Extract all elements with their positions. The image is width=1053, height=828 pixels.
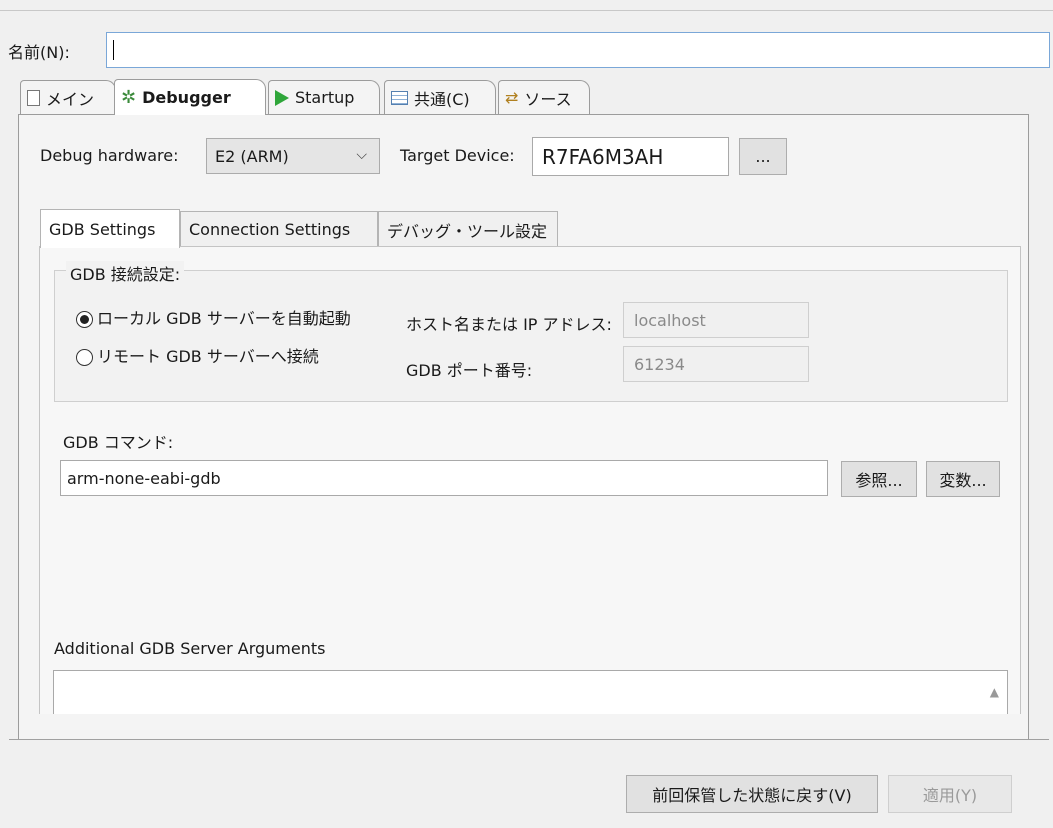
tab-debugger[interactable]: ✲ Debugger bbox=[114, 79, 266, 115]
chevron-down-icon: ⌵ bbox=[356, 147, 367, 163]
radio-local-gdb[interactable]: ローカル GDB サーバーを自動起動 bbox=[76, 305, 351, 329]
radio-local-label: ローカル GDB サーバーを自動起動 bbox=[97, 309, 351, 328]
host-value: localhost bbox=[634, 310, 706, 330]
gdb-connection-title: GDB 接続設定: bbox=[66, 261, 185, 285]
debug-hardware-value: E2 (ARM) bbox=[215, 146, 289, 166]
port-field[interactable]: 61234 bbox=[623, 346, 809, 382]
debug-hardware-select[interactable]: E2 (ARM) ⌵ bbox=[206, 138, 380, 174]
gdb-command-value: arm-none-eabi-gdb bbox=[67, 468, 221, 488]
tab-source-label: ソース bbox=[524, 89, 572, 109]
tab-gdb-settings[interactable]: GDB Settings bbox=[40, 209, 180, 248]
target-device-field[interactable]: R7FA6M3AH bbox=[532, 137, 729, 176]
document-icon bbox=[27, 89, 40, 106]
tab-common-label: 共通(C) bbox=[414, 89, 470, 109]
tab-connection-settings-label: Connection Settings bbox=[189, 220, 351, 239]
browse-button[interactable]: 参照... bbox=[841, 461, 917, 497]
top-divider bbox=[0, 10, 1053, 11]
variables-button-label: 変数... bbox=[939, 471, 987, 490]
gdb-command-label: GDB コマンド: bbox=[63, 433, 174, 452]
gdb-command-input[interactable]: arm-none-eabi-gdb bbox=[60, 460, 828, 496]
target-device-label: Target Device: bbox=[400, 146, 515, 165]
port-label: GDB ポート番号: bbox=[406, 361, 533, 380]
port-value: 61234 bbox=[634, 354, 685, 374]
radio-remote-label: リモート GDB サーバーへ接続 bbox=[97, 347, 319, 366]
radio-remote-gdb[interactable]: リモート GDB サーバーへ接続 bbox=[76, 343, 319, 367]
gdb-connection-group bbox=[54, 270, 1008, 402]
tab-startup[interactable]: Startup bbox=[268, 80, 380, 114]
debug-hardware-label: Debug hardware: bbox=[40, 146, 179, 165]
footer-divider bbox=[9, 739, 1049, 740]
tab-source[interactable]: ⇄ ソース bbox=[498, 80, 590, 114]
browse-button-label: 参照... bbox=[855, 471, 903, 490]
revert-button[interactable]: 前回保管した状態に戻す(V) bbox=[626, 775, 878, 813]
tab-connection-settings[interactable]: Connection Settings bbox=[180, 211, 378, 247]
play-icon bbox=[275, 89, 289, 106]
name-label: 名前(N): bbox=[8, 43, 70, 62]
tab-gdb-settings-label: GDB Settings bbox=[49, 219, 156, 239]
apply-button[interactable]: 適用(Y) bbox=[888, 775, 1012, 813]
debug-gear-icon: ✲ bbox=[121, 86, 137, 108]
host-field[interactable]: localhost bbox=[623, 302, 809, 338]
tab-common[interactable]: 共通(C) bbox=[384, 80, 496, 114]
target-device-value: R7FA6M3AH bbox=[542, 144, 664, 169]
variables-button[interactable]: 変数... bbox=[926, 461, 1000, 497]
revert-button-label: 前回保管した状態に戻す(V) bbox=[652, 786, 852, 805]
tab-debug-tool-settings[interactable]: デバッグ・ツール設定 bbox=[378, 211, 558, 247]
additional-args-label: Additional GDB Server Arguments bbox=[54, 639, 326, 658]
radio-unselected-icon bbox=[76, 349, 93, 366]
text-caret bbox=[113, 40, 114, 60]
additional-args-textarea[interactable]: ▲ bbox=[53, 670, 1008, 714]
apply-button-label: 適用(Y) bbox=[922, 786, 978, 805]
tab-debugger-label: Debugger bbox=[142, 88, 231, 107]
radio-selected-icon bbox=[76, 311, 93, 328]
name-input[interactable] bbox=[106, 32, 1050, 68]
table-icon bbox=[391, 90, 408, 105]
tab-startup-label: Startup bbox=[295, 88, 355, 107]
source-icon: ⇄ bbox=[505, 88, 519, 107]
target-device-browse-button[interactable]: ... bbox=[739, 138, 787, 175]
scroll-up-icon[interactable]: ▲ bbox=[990, 685, 999, 699]
tab-main[interactable]: メイン bbox=[20, 80, 116, 114]
browse-ellipsis: ... bbox=[755, 147, 771, 166]
host-label: ホスト名または IP アドレス: bbox=[406, 315, 612, 334]
tab-main-label: メイン bbox=[46, 89, 95, 109]
tab-debug-tool-settings-label: デバッグ・ツール設定 bbox=[387, 221, 548, 241]
